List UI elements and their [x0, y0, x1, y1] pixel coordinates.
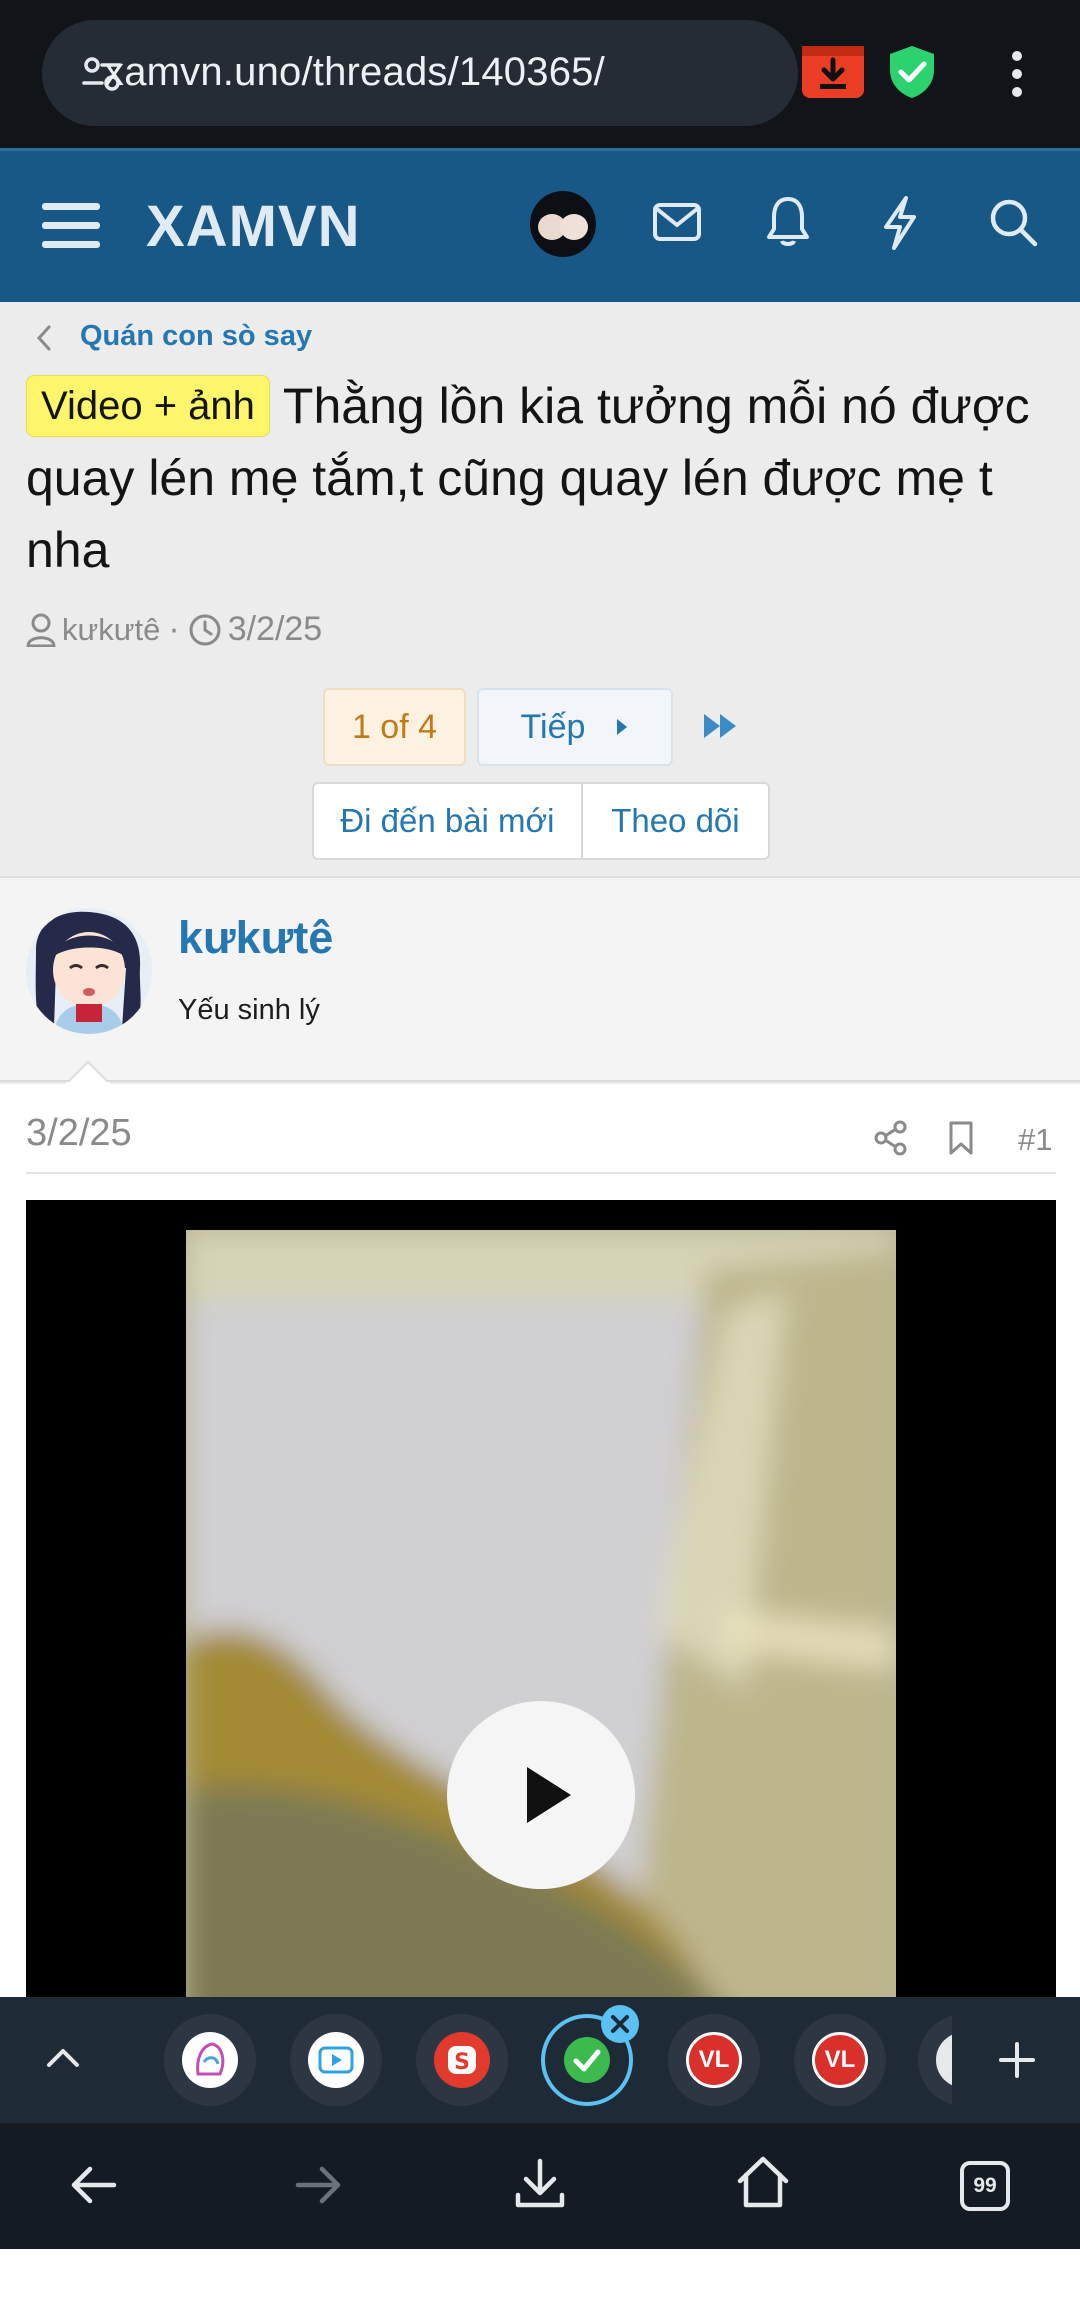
more-vert-icon[interactable] [1008, 50, 1026, 98]
next-page-button[interactable]: Tiếp [477, 688, 673, 766]
post-number[interactable]: #1 [1018, 1122, 1052, 1158]
thread-actions: Đi đến bài mới Theo dõi [312, 782, 770, 860]
last-page-icon[interactable] [702, 712, 740, 740]
tab-anime[interactable] [164, 2014, 256, 2106]
new-tab-icon[interactable] [998, 2041, 1036, 2079]
anime-site-icon [182, 2032, 238, 2088]
tab-s-site[interactable]: S [416, 2014, 508, 2106]
play-icon [527, 1767, 571, 1823]
close-icon [611, 2015, 629, 2033]
bookmark-icon[interactable] [948, 1120, 974, 1156]
forward-arrow-icon[interactable] [294, 2161, 342, 2209]
author-arrow [66, 1060, 110, 1084]
browser-toolbar: xamvn.uno/threads/140365/ [0, 0, 1080, 148]
page-indicator[interactable]: 1 of 4 [323, 688, 466, 766]
hamburger-menu-icon[interactable] [42, 201, 100, 251]
tab-vl-1[interactable]: VL [668, 2014, 760, 2106]
shield-check-icon[interactable] [888, 44, 936, 100]
thread-author[interactable]: kưkưtê [62, 612, 160, 648]
next-page-label: Tiếp [520, 707, 586, 746]
watch-thread-button[interactable]: Theo dõi [583, 784, 768, 858]
meta-separator: · [168, 610, 180, 648]
post-author-name[interactable]: kưkưtê [178, 912, 333, 964]
post-author-block: kưkưtê Yếu sinh lý [0, 876, 1080, 1084]
inbox-icon[interactable] [652, 201, 702, 245]
check-site-icon [564, 2037, 610, 2083]
share-icon[interactable] [874, 1120, 908, 1156]
tab-vl-2[interactable]: VL [794, 2014, 886, 2106]
site-header: XAMVN [0, 148, 1080, 302]
site-logo[interactable]: XAMVN [146, 193, 360, 260]
post-divider [26, 1172, 1056, 1174]
vl-site-icon: VL [812, 2032, 868, 2088]
tab-switcher-button[interactable]: 99 [960, 2161, 1010, 2211]
thread-date[interactable]: 3/2/25 [228, 610, 323, 649]
goto-newest-button[interactable]: Đi đến bài mới [314, 784, 583, 858]
s-site-icon: S [434, 2032, 490, 2088]
tab-strip: S VL VL [0, 1997, 1080, 2123]
bell-icon[interactable] [766, 195, 810, 249]
author-avatar[interactable] [26, 908, 152, 1034]
tab-partial[interactable] [918, 2014, 952, 2106]
search-icon[interactable] [988, 197, 1038, 247]
close-tab-button[interactable] [601, 2005, 639, 2043]
clock-icon [189, 614, 221, 645]
browser-nav-bar: 99 [0, 2123, 1080, 2249]
tab-video[interactable] [290, 2014, 382, 2106]
post-date[interactable]: 3/2/25 [26, 1112, 132, 1155]
thread-meta: kưkưtê · 3/2/25 [26, 610, 322, 649]
download-icon[interactable] [514, 2157, 566, 2211]
video-site-icon [308, 2032, 364, 2088]
svg-text:S: S [454, 2050, 470, 2075]
chevron-up-icon[interactable] [46, 2047, 80, 2069]
lightning-icon[interactable] [880, 195, 920, 251]
vl-site-icon: VL [686, 2032, 742, 2088]
caret-right-icon [617, 719, 628, 735]
post: 3/2/25 #1 [0, 1084, 1080, 1997]
user-icon [26, 613, 56, 647]
thread-title-block: Video + ảnh Thằng lồn kia tưởng mỗi nó đ… [26, 370, 1056, 586]
home-icon[interactable] [736, 2155, 790, 2209]
url-text[interactable]: xamvn.uno/threads/140365/ [104, 50, 605, 95]
video-download-icon[interactable] [802, 46, 864, 98]
thread-prefix-label[interactable]: Video + ảnh [26, 375, 270, 437]
user-avatar[interactable] [530, 191, 596, 257]
chevron-left-icon[interactable] [36, 324, 52, 352]
play-button[interactable] [447, 1701, 635, 1889]
address-bar[interactable]: xamvn.uno/threads/140365/ [42, 20, 798, 126]
back-arrow-icon[interactable] [70, 2161, 118, 2209]
breadcrumb[interactable]: Quán con sò say [80, 320, 312, 353]
user-title: Yếu sinh lý [178, 994, 320, 1026]
video-player[interactable] [26, 1200, 1056, 1997]
tab-count: 99 [973, 2174, 997, 2197]
